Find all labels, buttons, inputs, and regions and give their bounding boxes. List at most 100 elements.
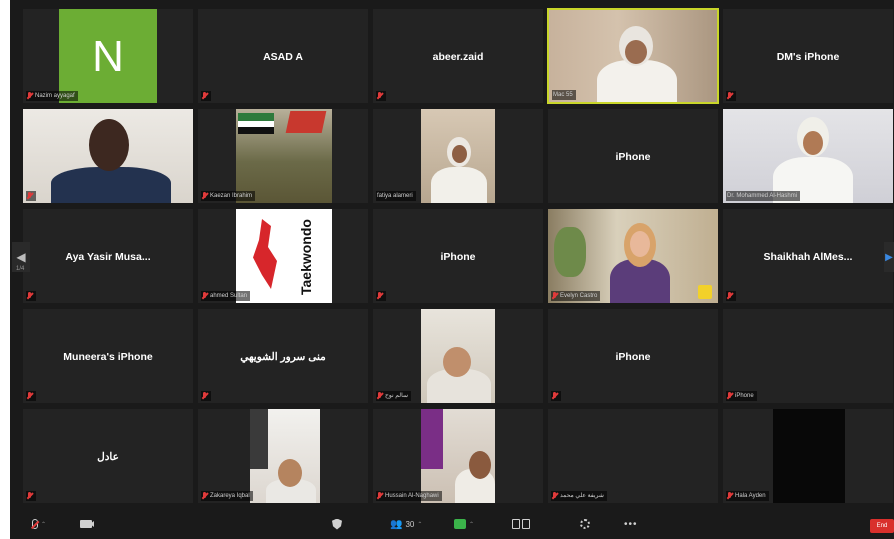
participant-tile[interactable]: Aya Yasir Musa...: [22, 208, 194, 304]
participant-tile[interactable]: DM's iPhone: [722, 8, 894, 104]
participant-name-tag: Mac 55: [552, 90, 576, 100]
participant-tile[interactable]: iPhone: [722, 308, 894, 404]
end-meeting-button[interactable]: End: [870, 519, 894, 533]
meeting-toolbar: ⌃ 👥 30 ⌃ ⌃ ••• End: [10, 510, 894, 539]
flag-green-stripe: [238, 113, 274, 121]
next-page-button[interactable]: ▶: [884, 242, 894, 272]
shield-icon: [332, 518, 342, 530]
share-screen-icon: [512, 519, 530, 529]
participant-name-tag: [551, 391, 561, 401]
more-button[interactable]: •••: [624, 515, 638, 533]
participant-tile[interactable]: Kaezan Ibrahim: [197, 108, 369, 204]
muted-mic-icon: [377, 292, 383, 300]
participant-name: عادل: [97, 451, 119, 463]
person-figure: [431, 167, 487, 203]
muted-mic-icon: [202, 292, 208, 300]
chevron-left-icon: ◀: [16, 250, 26, 264]
participant-tile[interactable]: iPhone: [547, 308, 719, 404]
participant-tile[interactable]: عادل: [22, 408, 194, 504]
background-object: [421, 409, 443, 469]
participant-name: iPhone: [615, 351, 651, 363]
participant-name-tag: سالم نوح: [376, 391, 411, 401]
participant-name-tag: Zakareya Iqbal: [201, 491, 253, 501]
participant-tile[interactable]: abeer.zaid: [372, 8, 544, 104]
participant-name-tag: Hussain Al-Naghawi: [376, 491, 442, 501]
person-face: [625, 40, 647, 64]
participant-name-tag: [201, 391, 211, 401]
participant-name-tag: [26, 191, 36, 201]
participant-name: abeer.zaid: [432, 51, 484, 63]
muted-mic-icon: [552, 292, 558, 300]
participant-name-tag: [26, 491, 36, 501]
participant-name-tag: [376, 291, 386, 301]
chat-button[interactable]: ⌃: [454, 515, 474, 533]
muted-mic-icon: [377, 92, 383, 100]
participant-tile[interactable]: ASAD A: [197, 8, 369, 104]
muted-mic-icon: [32, 519, 38, 529]
security-button[interactable]: [332, 515, 342, 533]
participant-name-tag: [726, 91, 736, 101]
participant-name-tag: [376, 91, 386, 101]
background-object: [250, 409, 268, 469]
muted-mic-icon: [727, 292, 733, 300]
participants-button[interactable]: 👥 30 ⌃: [390, 515, 422, 533]
participants-icon: 👥: [390, 518, 403, 530]
person-figure: [51, 167, 171, 203]
participant-tile[interactable]: N Nazim ayyagaf: [22, 8, 194, 104]
muted-mic-icon: [202, 192, 208, 200]
mute-button[interactable]: ⌃: [32, 515, 46, 533]
participant-name-tag: شريفة علي محمد: [551, 491, 607, 501]
participant-tile[interactable]: منى سرور الشويهي: [197, 308, 369, 404]
participant-name: iPhone: [440, 251, 476, 263]
chat-icon: [454, 519, 466, 529]
participant-tile[interactable]: Hussain Al-Naghawi: [372, 408, 544, 504]
page-indicator: 1/4: [16, 266, 25, 272]
camera-icon: [80, 520, 94, 528]
participant-name-tag: Kaezan Ibrahim: [201, 191, 256, 201]
participant-tile[interactable]: سالم نوح: [372, 308, 544, 404]
participant-name-tag: iPhone: [726, 391, 757, 401]
muted-mic-icon: [377, 492, 383, 500]
participant-name-tag: fatiya alameri: [376, 191, 416, 201]
chevron-up-icon[interactable]: ⌃: [469, 521, 474, 528]
muted-mic-icon: [27, 392, 33, 400]
avatar: N: [59, 9, 157, 103]
participant-name: Aya Yasir Musa...: [65, 251, 151, 263]
participant-tile[interactable]: fatiya alameri: [372, 108, 544, 204]
share-screen-button[interactable]: [512, 515, 530, 533]
participant-tile-active-speaker[interactable]: Mac 55: [547, 8, 719, 104]
participant-name: iPhone: [615, 151, 651, 163]
participant-tile[interactable]: iPhone: [372, 208, 544, 304]
emoji-reaction-icon: [698, 285, 712, 299]
muted-mic-icon: [27, 92, 33, 100]
chevron-up-icon[interactable]: ⌃: [41, 521, 46, 528]
participant-tile[interactable]: Muneera's iPhone: [22, 308, 194, 404]
person-face: [89, 119, 129, 171]
participant-tile[interactable]: Hala Ayden: [722, 408, 894, 504]
participant-tile[interactable]: iPhone: [547, 108, 719, 204]
video-feed: [773, 409, 845, 503]
participant-tile[interactable]: Shaikhah AlMes...: [722, 208, 894, 304]
person-face: [469, 451, 491, 479]
participant-name-tag: ahmed Sultan: [201, 291, 251, 301]
participant-tile[interactable]: [22, 108, 194, 204]
participant-tile[interactable]: Dr. Mohammed Al-Hashmi: [722, 108, 894, 204]
muted-mic-icon: [727, 392, 733, 400]
participant-name-tag: Hala Ayden: [726, 491, 769, 501]
flag-black-stripe: [238, 127, 274, 134]
participant-tile[interactable]: Taekwondo ahmed Sultan: [197, 208, 369, 304]
participant-tile[interactable]: Evelyn Castro: [547, 208, 719, 304]
zoom-meeting-window: N Nazim ayyagaf ASAD A abeer.zaid Mac 55…: [10, 0, 894, 539]
person-face: [803, 131, 823, 155]
muted-mic-icon: [27, 292, 33, 300]
chevron-up-icon[interactable]: ⌃: [417, 521, 422, 528]
reactions-button[interactable]: [580, 515, 590, 533]
participant-name: ASAD A: [263, 51, 303, 63]
participant-tile[interactable]: شريفة علي محمد: [547, 408, 719, 504]
muted-mic-icon: [27, 492, 33, 500]
person-face: [452, 145, 467, 163]
gallery-grid: N Nazim ayyagaf ASAD A abeer.zaid Mac 55…: [22, 8, 894, 508]
video-button[interactable]: [80, 515, 94, 533]
participant-name: منى سرور الشويهي: [240, 351, 326, 363]
participant-tile[interactable]: Zakareya Iqbal: [197, 408, 369, 504]
